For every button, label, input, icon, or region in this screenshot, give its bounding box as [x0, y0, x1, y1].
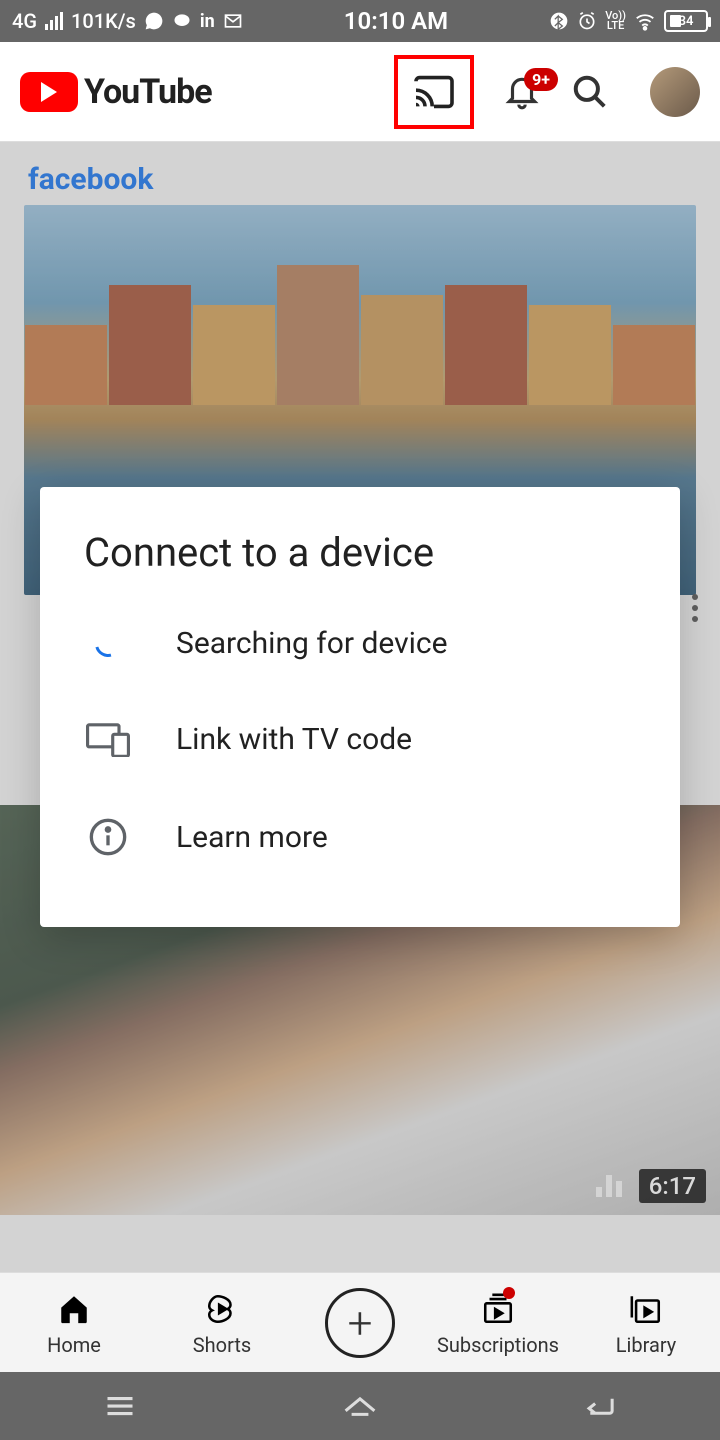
nav-library[interactable]: Library [591, 1289, 701, 1357]
volte-icon: Vo)) LTE [605, 11, 626, 31]
info-icon [88, 817, 128, 857]
cast-dialog: Connect to a device Searching for device… [40, 487, 680, 927]
linkedin-icon: in [200, 11, 215, 32]
shorts-icon [205, 1292, 239, 1326]
network-type: 4G [12, 9, 37, 33]
dialog-title: Connect to a device [40, 529, 680, 596]
mail-icon [223, 11, 243, 31]
nav-shorts-label: Shorts [193, 1333, 251, 1357]
nav-library-label: Library [616, 1333, 677, 1357]
search-icon [571, 73, 609, 111]
whatsapp-icon [144, 11, 164, 31]
wifi-icon [634, 10, 656, 32]
cast-button-highlighted[interactable] [394, 55, 474, 129]
app-top-bar: YouTube 9+ [0, 42, 720, 142]
searching-label: Searching for device [176, 626, 448, 661]
signal-icon [45, 12, 63, 30]
recent-apps-button[interactable] [96, 1390, 144, 1422]
feed-content: facebook 6:17 Connect to a device Search… [0, 142, 720, 1272]
search-button[interactable] [562, 64, 618, 120]
plus-icon: + [325, 1288, 395, 1358]
nav-home-label: Home [47, 1333, 101, 1357]
link-tv-code-button[interactable]: Link with TV code [40, 691, 680, 787]
learn-more-label: Learn more [176, 820, 328, 855]
spinner-icon [90, 626, 126, 662]
modal-overlay[interactable]: Connect to a device Searching for device… [0, 142, 720, 1272]
cast-icon [412, 74, 456, 110]
system-nav-bar [0, 1372, 720, 1440]
back-icon [583, 1393, 617, 1419]
nav-subs-label: Subscriptions [437, 1333, 559, 1357]
youtube-logo[interactable]: YouTube [20, 72, 212, 112]
new-indicator-icon [503, 1287, 515, 1299]
nav-home[interactable]: Home [19, 1289, 129, 1357]
alarm-icon [577, 11, 597, 31]
chat-icon [172, 11, 192, 31]
nav-create[interactable]: + [315, 1288, 405, 1358]
link-tv-label: Link with TV code [176, 722, 412, 757]
notifications-button[interactable]: 9+ [494, 64, 550, 120]
youtube-logo-text: YouTube [84, 72, 212, 112]
bluetooth-icon [549, 11, 569, 31]
devices-icon [86, 721, 130, 757]
back-button[interactable] [576, 1390, 624, 1422]
home-button[interactable] [336, 1390, 384, 1422]
bottom-nav: Home Shorts + Subscriptions Library [0, 1272, 720, 1372]
notification-badge: 9+ [524, 68, 558, 91]
home-icon [57, 1292, 91, 1326]
account-avatar[interactable] [650, 67, 700, 117]
status-time: 10:10 AM [243, 7, 550, 35]
nav-shorts[interactable]: Shorts [167, 1289, 277, 1357]
youtube-play-icon [20, 72, 78, 112]
library-icon [629, 1292, 663, 1326]
nav-subscriptions[interactable]: Subscriptions [443, 1289, 553, 1357]
learn-more-button[interactable]: Learn more [40, 787, 680, 887]
network-speed: 101K/s [71, 9, 136, 33]
status-bar: 4G 101K/s in 10:10 AM Vo)) LTE 34 [0, 0, 720, 42]
menu-icon [105, 1394, 135, 1418]
battery-icon: 34 [664, 10, 708, 32]
home-nav-icon [342, 1393, 378, 1419]
searching-row: Searching for device [40, 596, 680, 691]
